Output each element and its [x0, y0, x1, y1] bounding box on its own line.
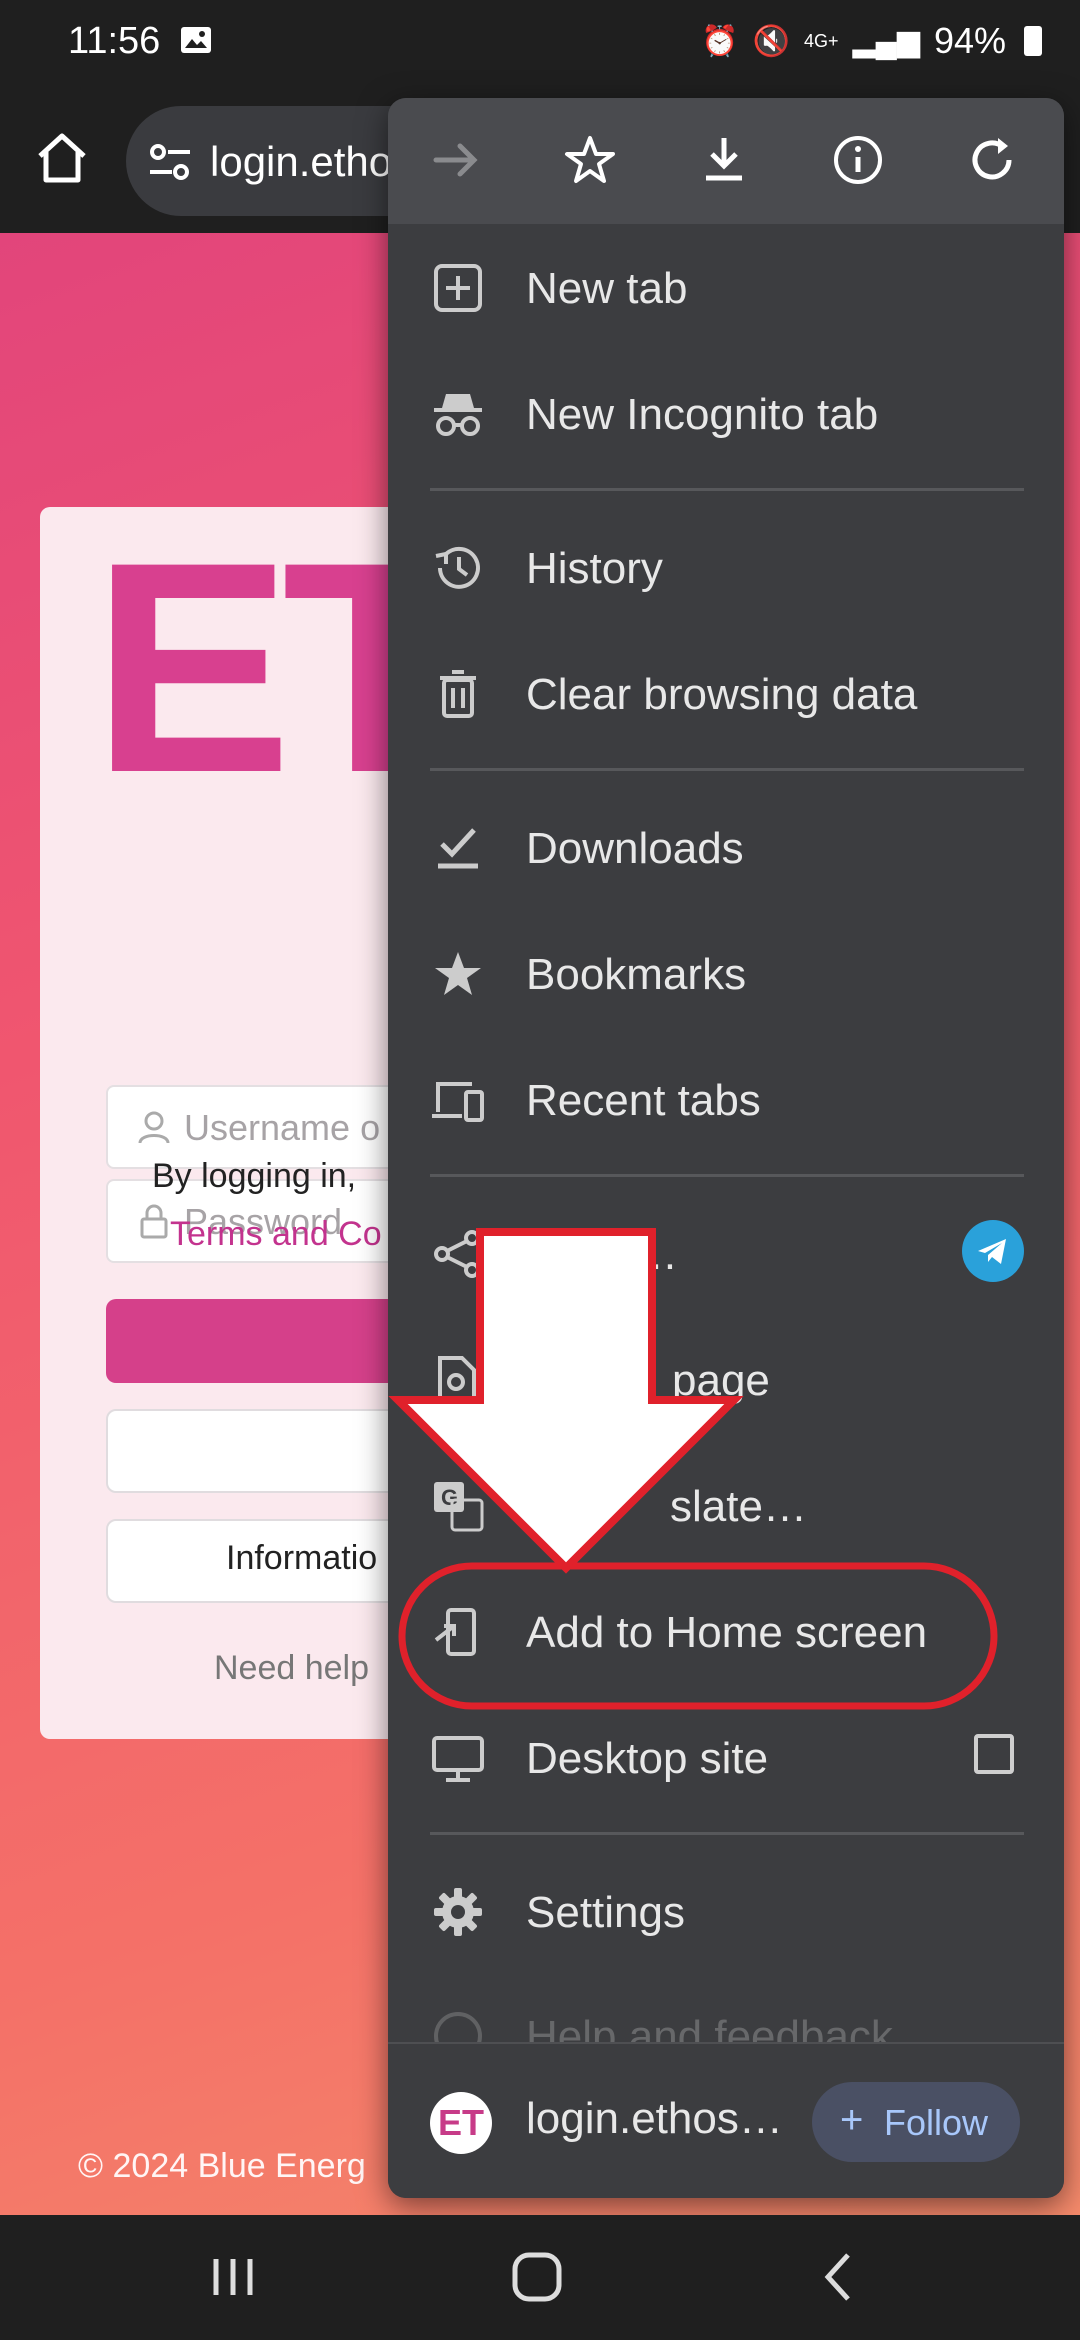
translate-icon: G — [434, 1482, 484, 1532]
svg-text:G: G — [441, 1485, 458, 1510]
menu-item-share[interactable]: … — [388, 1190, 1064, 1316]
menu-item-settings[interactable]: Settings — [388, 1848, 1064, 1974]
share-icon — [434, 1230, 480, 1278]
menu-item-label: Settings — [526, 1888, 685, 1937]
status-time: 11:56 — [68, 20, 161, 62]
incognito-icon — [434, 394, 482, 436]
new-tab-icon — [434, 264, 482, 312]
home-icon[interactable] — [30, 126, 94, 190]
lock-icon — [140, 1204, 168, 1239]
copyright-text: © 2024 Blue Energ — [78, 2147, 366, 2185]
need-help-link[interactable]: Need help — [214, 1649, 369, 1688]
menu-item-label: page — [672, 1356, 770, 1405]
menu-divider — [430, 488, 1024, 491]
menu-item-label: Desktop site — [526, 1734, 769, 1783]
menu-item-label: Downloads — [526, 824, 744, 873]
menu-item-desktop-site[interactable]: Desktop site — [388, 1694, 1064, 1820]
signal-icon: ▂▄▆ — [852, 24, 920, 58]
terms-link[interactable]: Terms and Co — [170, 1215, 382, 1254]
info-icon[interactable] — [828, 130, 888, 190]
menu-item-clear-browsing-data[interactable]: Clear browsing data — [388, 630, 1064, 756]
site-settings-icon[interactable] — [148, 142, 192, 182]
history-icon — [435, 546, 480, 589]
gear-icon — [434, 1888, 482, 1936]
menu-item-label: History — [526, 544, 663, 593]
follow-button[interactable]: + Follow — [812, 2082, 1020, 2162]
site-name: login.ethos… — [526, 2094, 783, 2143]
menu-item-translate[interactable]: G slate… — [388, 1442, 1064, 1568]
find-in-page-icon — [438, 1356, 476, 1404]
menu-item-history[interactable]: History — [388, 504, 1064, 630]
consent-text: By logging in, — [152, 1157, 357, 1195]
alarm-icon: ⏰ — [701, 24, 739, 58]
trash-icon — [440, 670, 476, 718]
menu-item-label: slate… — [670, 1482, 807, 1531]
menu-item-label: … — [634, 1230, 678, 1279]
downloads-check-icon — [438, 828, 478, 869]
menu-item-label: Add to Home screen — [526, 1608, 928, 1657]
desktop-site-checkbox[interactable] — [974, 1734, 1014, 1774]
telegram-icon[interactable] — [962, 1220, 1024, 1282]
add-to-home-icon — [434, 1608, 476, 1656]
recent-apps-icon[interactable] — [198, 2245, 268, 2309]
menu-item-label: Recent tabs — [526, 1076, 761, 1125]
refresh-icon[interactable] — [962, 130, 1022, 190]
menu-item-add-to-home-screen[interactable]: Add to Home screen — [388, 1568, 1064, 1694]
battery-level: 94% — [933, 20, 1006, 61]
gallery-notification-icon — [181, 27, 211, 53]
star-icon — [435, 952, 481, 995]
menu-action-row — [388, 98, 1064, 224]
menu-item-downloads[interactable]: Downloads — [388, 784, 1064, 910]
forward-arrow-icon[interactable] — [426, 130, 486, 190]
menu-item-new-incognito-tab[interactable]: New Incognito tab — [388, 350, 1064, 476]
download-icon[interactable] — [694, 130, 754, 190]
menu-divider — [430, 768, 1024, 771]
bookmark-star-icon[interactable] — [560, 130, 620, 190]
menu-divider — [430, 1832, 1024, 1835]
menu-item-new-tab[interactable]: New tab — [388, 224, 1064, 350]
user-icon — [138, 1111, 170, 1144]
menu-site-footer: ET login.ethos… + Follow — [388, 2042, 1064, 2198]
menu-item-label: New Incognito tab — [526, 390, 879, 439]
information-label: Informatio — [226, 1539, 378, 1577]
site-favicon: ET — [430, 2092, 492, 2154]
menu-item-label: Clear browsing data — [526, 670, 918, 719]
follow-label: Follow — [884, 2102, 989, 2143]
system-nav-bar — [0, 2215, 1080, 2340]
desktop-icon — [432, 1736, 484, 1782]
url-text: login.ethos — [210, 138, 414, 185]
home-nav-icon[interactable] — [502, 2245, 572, 2309]
devices-icon — [432, 1082, 484, 1122]
mute-icon: 🔇 — [752, 24, 790, 58]
back-icon[interactable] — [804, 2245, 874, 2309]
network-type: 4G+ — [804, 30, 839, 51]
battery-icon — [1024, 26, 1042, 56]
browser-overflow-menu: New tab New Incognito tab History Clear … — [388, 98, 1064, 2198]
menu-divider — [430, 1174, 1024, 1177]
menu-item-label: New tab — [526, 264, 688, 313]
menu-item-recent-tabs[interactable]: Recent tabs — [388, 1036, 1064, 1162]
status-icons: ⏰ 🔇 4G+ ▂▄▆ 94% — [701, 20, 1042, 62]
menu-item-bookmarks[interactable]: Bookmarks — [388, 910, 1064, 1036]
menu-item-find-in-page[interactable]: page — [388, 1316, 1064, 1442]
status-bar: 11:56 ⏰ 🔇 4G+ ▂▄▆ 94% — [0, 0, 1080, 88]
plus-icon: + — [840, 2098, 864, 2142]
menu-item-label: Bookmarks — [526, 950, 747, 999]
username-placeholder: Username o — [184, 1107, 381, 1148]
